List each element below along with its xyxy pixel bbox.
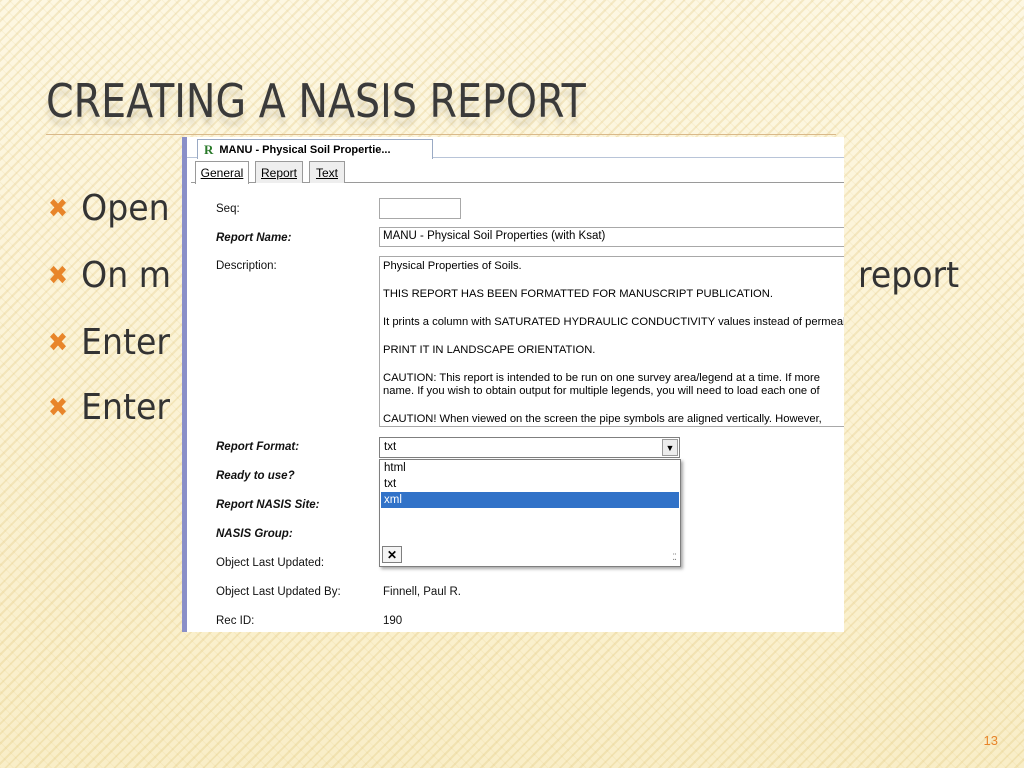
description-line: CAUTION! When viewed on the screen the p…	[383, 413, 822, 425]
dropdown-option-highlighted[interactable]: xml	[381, 492, 679, 508]
page-number: 13	[983, 733, 998, 748]
bullet-x-icon: ✖	[48, 327, 69, 358]
description-line: name. If you wish to obtain output for m…	[383, 385, 820, 397]
description-line: PRINT IT IN LANDSCAPE ORIENTATION.	[383, 344, 596, 356]
seq-input[interactable]	[379, 198, 461, 219]
report-format-label: Report Format:	[216, 441, 300, 453]
tab-general[interactable]: General	[195, 161, 249, 184]
description-label: Description:	[216, 260, 277, 272]
description-line: THIS REPORT HAS BEEN FORMATTED FOR MANUS…	[383, 288, 773, 300]
dropdown-footer: ✕ ⁚⁚	[382, 546, 678, 564]
document-tab-strip: R MANU - Physical Soil Propertie...	[187, 137, 844, 159]
tab-text[interactable]: Text	[309, 161, 345, 183]
close-icon[interactable]: ✕	[382, 546, 402, 563]
seq-label: Seq:	[216, 203, 240, 215]
bullet-item: ✖ On m	[48, 255, 171, 296]
rec-id-value: 190	[383, 615, 403, 627]
description-line: Physical Properties of Soils.	[383, 260, 522, 272]
bullet-item: ✖ Open	[48, 188, 170, 229]
report-name-input[interactable]: MANU - Physical Soil Properties (with Ks…	[379, 227, 844, 247]
bullet-text: Enter	[81, 387, 171, 428]
nasis-group-label: NASIS Group:	[216, 528, 293, 540]
description-textarea[interactable]: Physical Properties of Soils. THIS REPOR…	[379, 256, 844, 427]
bullet-item: ✖ Enter	[48, 322, 170, 363]
report-format-dropdown: html txt xml ✕ ⁚⁚	[379, 459, 681, 567]
bullet-text-continued: report	[858, 255, 960, 296]
description-line: It prints a column with SATURATED HYDRAU…	[383, 316, 844, 328]
bullet-x-icon: ✖	[48, 392, 69, 423]
bullet-item: ✖ Enter	[48, 387, 170, 428]
ready-to-use-label: Ready to use?	[216, 470, 295, 482]
bullet-text: On m	[81, 255, 171, 296]
bullet-text: Open	[81, 188, 170, 229]
report-nasis-site-label: Report NASIS Site:	[216, 499, 320, 511]
general-form: Seq: Report Name: MANU - Physical Soil P…	[187, 184, 844, 632]
nasis-report-window: R MANU - Physical Soil Propertie... Gene…	[182, 137, 844, 632]
description-line: CAUTION: This report is intended to be r…	[383, 372, 820, 384]
bullet-x-icon: ✖	[48, 260, 69, 291]
report-format-value: txt	[384, 441, 397, 453]
dropdown-option[interactable]: html	[381, 460, 679, 476]
object-last-updated-by-value: Finnell, Paul R.	[383, 586, 461, 598]
tab-report[interactable]: Report	[255, 161, 303, 183]
document-tab[interactable]: R MANU - Physical Soil Propertie...	[197, 139, 433, 159]
form-tabs: General Report Text	[191, 161, 844, 184]
document-tab-title: MANU - Physical Soil Propertie...	[219, 143, 391, 156]
resize-grip-icon[interactable]: ⁚⁚	[672, 552, 677, 563]
object-last-updated-label: Object Last Updated:	[216, 557, 325, 569]
bullet-x-icon: ✖	[48, 193, 69, 224]
report-r-icon: R	[204, 141, 214, 157]
bullet-text: Enter	[81, 322, 171, 363]
dropdown-option[interactable]: txt	[381, 476, 679, 492]
object-last-updated-by-label: Object Last Updated By:	[216, 586, 341, 598]
report-format-select[interactable]: txt ▼	[379, 437, 680, 458]
report-name-label: Report Name:	[216, 232, 292, 244]
rec-id-label: Rec ID:	[216, 615, 255, 627]
chevron-down-icon[interactable]: ▼	[662, 439, 678, 456]
